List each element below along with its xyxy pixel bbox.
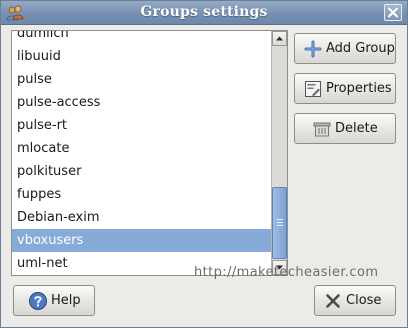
help-button[interactable]: Help [13, 285, 95, 316]
list-item[interactable]: pulse [12, 68, 271, 91]
list-item[interactable]: pulse-rt [12, 114, 271, 137]
properties-button[interactable]: Properties [294, 73, 396, 104]
delete-label: Delete [335, 121, 378, 136]
list-item[interactable]: libuuid [12, 45, 271, 68]
properties-icon [305, 80, 321, 97]
close-window-button[interactable] [384, 4, 402, 21]
add-group-button[interactable]: Add Group [294, 33, 396, 64]
scrollbar-thumb[interactable] [272, 187, 287, 259]
trash-icon [313, 122, 331, 136]
list-item[interactable]: pulse-access [12, 91, 271, 114]
help-label: Help [51, 293, 81, 308]
list-item[interactable]: dumlich [12, 31, 271, 45]
list-item-selected[interactable]: vboxusers [12, 229, 271, 252]
grip-line [277, 225, 283, 226]
groups-list-viewport: dumlich libuuid pulse pulse-access pulse… [12, 31, 271, 275]
list-item[interactable]: Debian-exim [12, 206, 271, 229]
properties-label: Properties [326, 81, 392, 96]
close-button[interactable]: Close [314, 285, 396, 316]
scroll-up-button[interactable] [272, 31, 287, 46]
title-bar[interactable]: Groups settings [1, 1, 407, 25]
help-icon [29, 291, 47, 310]
add-group-label: Add Group [326, 41, 395, 56]
grip-line [277, 222, 283, 223]
list-item[interactable]: fuppes [12, 183, 271, 206]
list-item[interactable]: mlocate [12, 137, 271, 160]
list-item[interactable]: polkituser [12, 160, 271, 183]
groups-settings-window: Groups settings dumlich libuuid pulse pu… [0, 0, 408, 328]
close-icon [326, 293, 340, 308]
arrow-up-icon [276, 36, 283, 41]
window-title: Groups settings [140, 4, 268, 20]
close-icon [388, 7, 398, 18]
watermark: http://maketecheasier.com [194, 265, 379, 280]
vertical-scrollbar[interactable] [271, 31, 287, 275]
delete-button[interactable]: Delete [294, 113, 396, 144]
groups-list[interactable]: dumlich libuuid pulse pulse-access pulse… [11, 30, 288, 276]
grip-line [277, 219, 283, 220]
plus-icon [304, 40, 322, 57]
close-label: Close [346, 293, 382, 308]
